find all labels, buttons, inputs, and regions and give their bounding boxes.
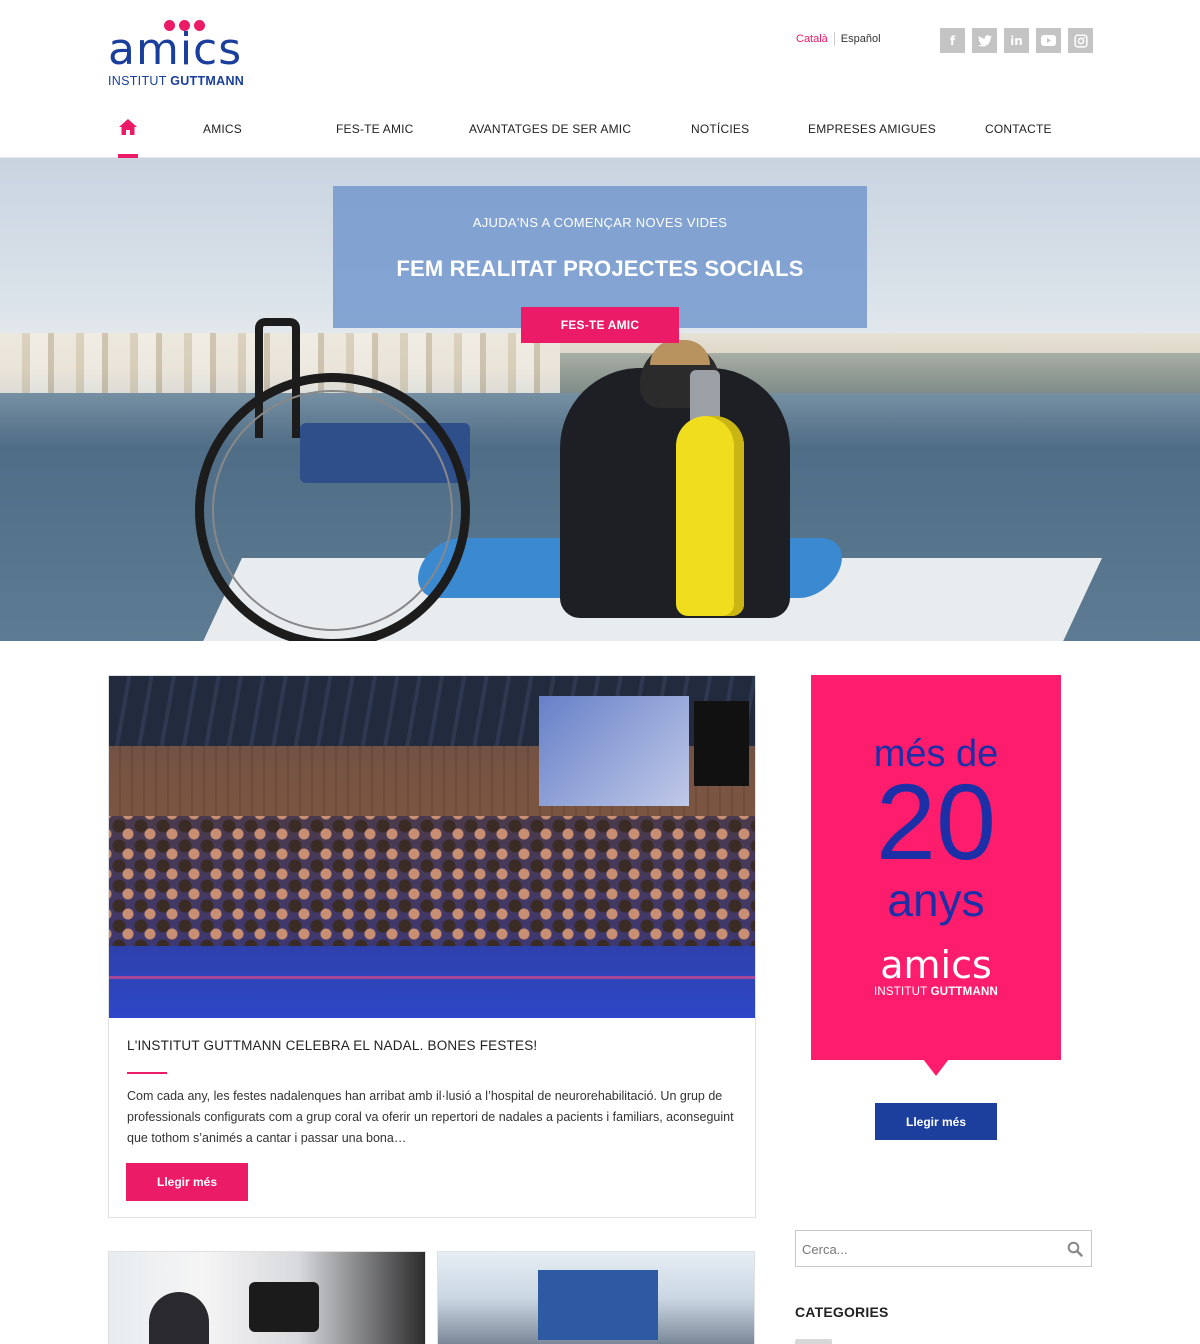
logo-subtitle-bold: GUTTMANN: [170, 74, 245, 88]
linkedin-icon[interactable]: in: [1004, 28, 1029, 53]
instagram-icon[interactable]: [1068, 28, 1093, 53]
logo-subtitle-prefix: INSTITUT: [108, 74, 171, 88]
category-chip[interactable]: [795, 1339, 832, 1344]
promo-subtitle-bold: GUTTMANN: [930, 986, 998, 998]
home-icon[interactable]: [118, 118, 138, 138]
facebook-icon[interactable]: f: [940, 28, 965, 53]
anniversary-promo-banner[interactable]: més de 20 anys amics INSTITUT GUTTMANN: [811, 675, 1061, 1060]
main-nav: AMICS FES-TE AMIC AVANTATGES DE SER AMIC…: [108, 108, 1092, 158]
post-excerpt: Com cada any, les festes nadalenques han…: [127, 1089, 734, 1145]
promo-logo-wordmark: amics: [880, 943, 992, 987]
sidebar-search: [795, 1230, 1092, 1267]
promo-line-anys: anys: [887, 874, 985, 926]
lang-espanol-link[interactable]: Español: [841, 33, 881, 45]
image-crowd: [109, 816, 755, 946]
hero-join-button[interactable]: FES-TE AMIC: [521, 307, 679, 343]
post-title[interactable]: L'INSTITUT GUTTMANN CELEBRA EL NADAL. BO…: [127, 1038, 537, 1053]
hero-kicker: AJUDA'NS A COMENÇAR NOVES VIDES: [472, 215, 728, 230]
promo-subtitle-prefix: INSTITUT: [874, 986, 931, 998]
twitter-icon[interactable]: [972, 28, 997, 53]
promo-logo-subtitle: INSTITUT GUTTMANN: [811, 986, 1061, 998]
youtube-icon[interactable]: [1036, 28, 1061, 53]
scuba-tank: [676, 416, 744, 616]
featured-post-card: L'INSTITUT GUTTMANN CELEBRA EL NADAL. BO…: [108, 675, 756, 1218]
post-card-thumbnail[interactable]: [108, 1251, 426, 1344]
search-input[interactable]: [802, 1237, 1052, 1261]
image-camera: [249, 1282, 319, 1332]
search-icon[interactable]: [1067, 1241, 1083, 1257]
post-card-thumbnail[interactable]: [437, 1251, 755, 1344]
sidebar-read-more-button[interactable]: Llegir més: [875, 1103, 997, 1140]
hero-banner: AJUDA'NS A COMENÇAR NOVES VIDES FEM REAL…: [0, 158, 1200, 641]
nav-item-avantatges[interactable]: AVANTATGES DE SER AMIC: [469, 122, 631, 136]
amics-logo[interactable]: amics INSTITUT GUTTMANN: [108, 18, 258, 88]
site-header: amics INSTITUT GUTTMANN Català Español f …: [0, 0, 1200, 158]
social-links: f in: [940, 28, 1093, 53]
post-title-underline: [127, 1072, 167, 1074]
image-window: [539, 696, 689, 806]
categories-heading: CATEGORIES: [795, 1304, 889, 1320]
featured-post-image[interactable]: [109, 676, 755, 1018]
lang-catala-link[interactable]: Català: [796, 33, 828, 45]
image-screen: [538, 1270, 658, 1340]
nav-item-fes-te-amic[interactable]: FES-TE AMIC: [336, 122, 414, 136]
promo-pointer: [923, 1059, 949, 1076]
image-person: [149, 1292, 209, 1344]
nav-item-amics[interactable]: AMICS: [203, 122, 242, 136]
image-speaker: [694, 701, 749, 786]
lang-divider: [833, 32, 835, 46]
logo-subtitle: INSTITUT GUTTMANN: [108, 74, 244, 88]
image-court-line: [109, 976, 755, 979]
nav-item-noticies[interactable]: NOTÍCIES: [691, 122, 749, 136]
nav-item-empreses-amigues[interactable]: EMPRESES AMIGUES: [808, 122, 936, 136]
promo-number: 20: [875, 761, 997, 882]
logo-wordmark: amics: [108, 24, 243, 75]
language-switcher: Català Español: [796, 32, 881, 46]
wheelchair-rim: [212, 390, 453, 631]
read-more-button[interactable]: Llegir més: [126, 1163, 248, 1201]
hero-title: FEM REALITAT PROJECTES SOCIALS: [396, 256, 804, 281]
nav-item-contacte[interactable]: CONTACTE: [985, 122, 1052, 136]
